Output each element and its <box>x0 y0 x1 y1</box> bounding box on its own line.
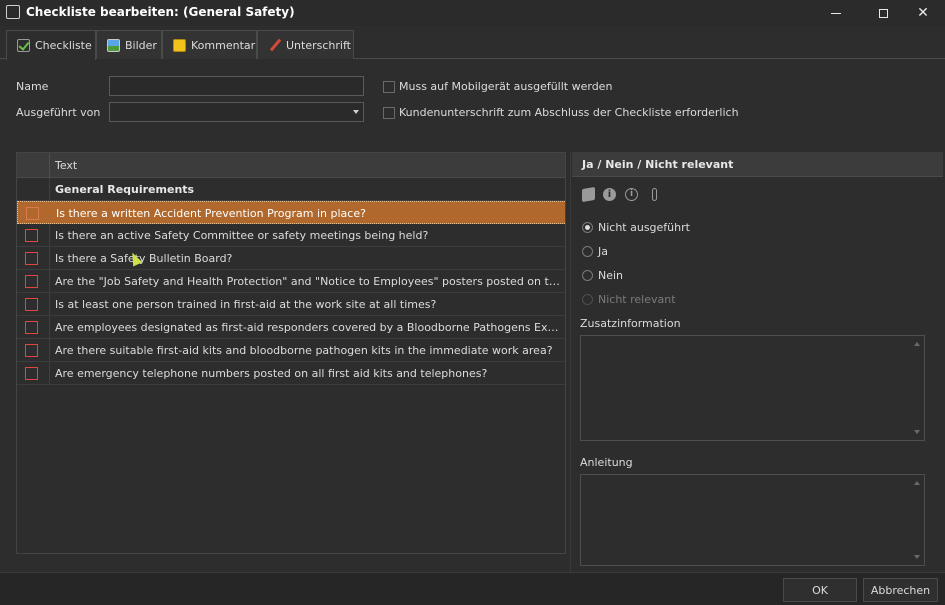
row-checkbox[interactable] <box>25 344 38 357</box>
name-input[interactable] <box>109 76 364 96</box>
table-row[interactable]: Is at least one person trained in first-… <box>17 293 565 316</box>
row-checkbox[interactable] <box>26 207 39 220</box>
executed-by-label: Ausgeführt von <box>16 106 101 119</box>
tab-unterschrift[interactable]: Unterschrift <box>257 30 354 59</box>
tab-checkliste[interactable]: Checkliste <box>6 30 96 60</box>
radio-yes[interactable]: Ja <box>582 245 608 258</box>
checklist-grid[interactable]: Text General Requirements Is there a wri… <box>16 152 566 554</box>
checklist-icon <box>17 39 30 52</box>
info-icon[interactable]: i <box>603 188 616 201</box>
row-checkbox[interactable] <box>25 298 38 311</box>
radio-not-relevant: Nicht relevant <box>582 293 676 306</box>
customer-signature-label: Kundenunterschrift zum Abschluss der Che… <box>399 106 739 119</box>
scroll-down-icon[interactable] <box>914 430 920 434</box>
group-row[interactable]: General Requirements <box>17 178 565 201</box>
scroll-down-icon[interactable] <box>914 555 920 559</box>
table-row[interactable]: Is there a written Accident Prevention P… <box>17 201 565 224</box>
row-checkbox[interactable] <box>25 252 38 265</box>
maximize-icon <box>878 8 888 18</box>
radio-not-executed[interactable]: Nicht ausgeführt <box>582 221 690 234</box>
instructions-label: Anleitung <box>580 456 633 469</box>
scroll-up-icon[interactable] <box>914 481 920 485</box>
tab-strip: Checkliste Bilder Kommentar Unterschrift <box>0 30 945 60</box>
extra-info-textarea[interactable] <box>580 335 925 441</box>
window-title: Checkliste bearbeiten: (General Safety) <box>26 5 295 19</box>
instructions-textarea[interactable] <box>580 474 925 566</box>
text-column-header[interactable]: Text <box>55 159 77 172</box>
thermometer-icon[interactable] <box>652 188 657 201</box>
radio-no[interactable]: Nein <box>582 269 623 282</box>
minimize-button[interactable] <box>813 0 859 26</box>
minimize-icon <box>831 12 841 14</box>
row-checkbox[interactable] <box>25 321 38 334</box>
chevron-down-icon <box>353 110 359 114</box>
box-icon[interactable] <box>582 186 595 203</box>
radio-button[interactable] <box>582 270 593 281</box>
row-checkbox[interactable] <box>25 367 38 380</box>
mobile-required-checkbox[interactable] <box>383 81 395 93</box>
tab-kommentar[interactable]: Kommentar <box>162 30 257 59</box>
answer-panel-header: Ja / Nein / Nicht relevant <box>572 152 943 177</box>
grid-header: Text <box>17 153 565 178</box>
app-icon <box>6 5 20 19</box>
close-icon: ✕ <box>917 5 929 21</box>
row-checkbox[interactable] <box>25 275 38 288</box>
customer-signature-checkbox[interactable] <box>383 107 395 119</box>
info-outline-icon[interactable]: i <box>625 188 638 201</box>
row-checkbox[interactable] <box>25 229 38 242</box>
dialog-footer: OK Abbrechen <box>0 572 945 605</box>
table-row[interactable]: Are emergency telephone numbers posted o… <box>17 362 565 385</box>
pen-icon <box>268 39 281 52</box>
executed-by-select[interactable] <box>109 102 364 122</box>
table-row[interactable]: Are employees designated as first-aid re… <box>17 316 565 339</box>
table-row[interactable]: Are the "Job Safety and Health Protectio… <box>17 270 565 293</box>
mobile-required-label: Muss auf Mobilgerät ausgefüllt werden <box>399 80 613 93</box>
cancel-button[interactable]: Abbrechen <box>863 578 938 602</box>
table-row[interactable]: Are there suitable first-aid kits and bl… <box>17 339 565 362</box>
radio-button[interactable] <box>582 246 593 257</box>
name-label: Name <box>16 80 49 93</box>
image-icon <box>107 38 120 52</box>
radio-button <box>582 294 593 305</box>
scroll-up-icon[interactable] <box>914 342 920 346</box>
title-bar: Checkliste bearbeiten: (General Safety) … <box>0 0 945 26</box>
radio-button[interactable] <box>582 222 593 233</box>
close-button[interactable]: ✕ <box>900 0 945 26</box>
tab-bilder[interactable]: Bilder <box>96 30 162 59</box>
extra-info-label: Zusatzinformation <box>580 317 681 330</box>
table-row[interactable]: Is there a Safety Bulletin Board? <box>17 247 565 270</box>
ok-button[interactable]: OK <box>783 578 857 602</box>
table-row[interactable]: Is there an active Safety Committee or s… <box>17 224 565 247</box>
note-icon <box>173 38 186 52</box>
